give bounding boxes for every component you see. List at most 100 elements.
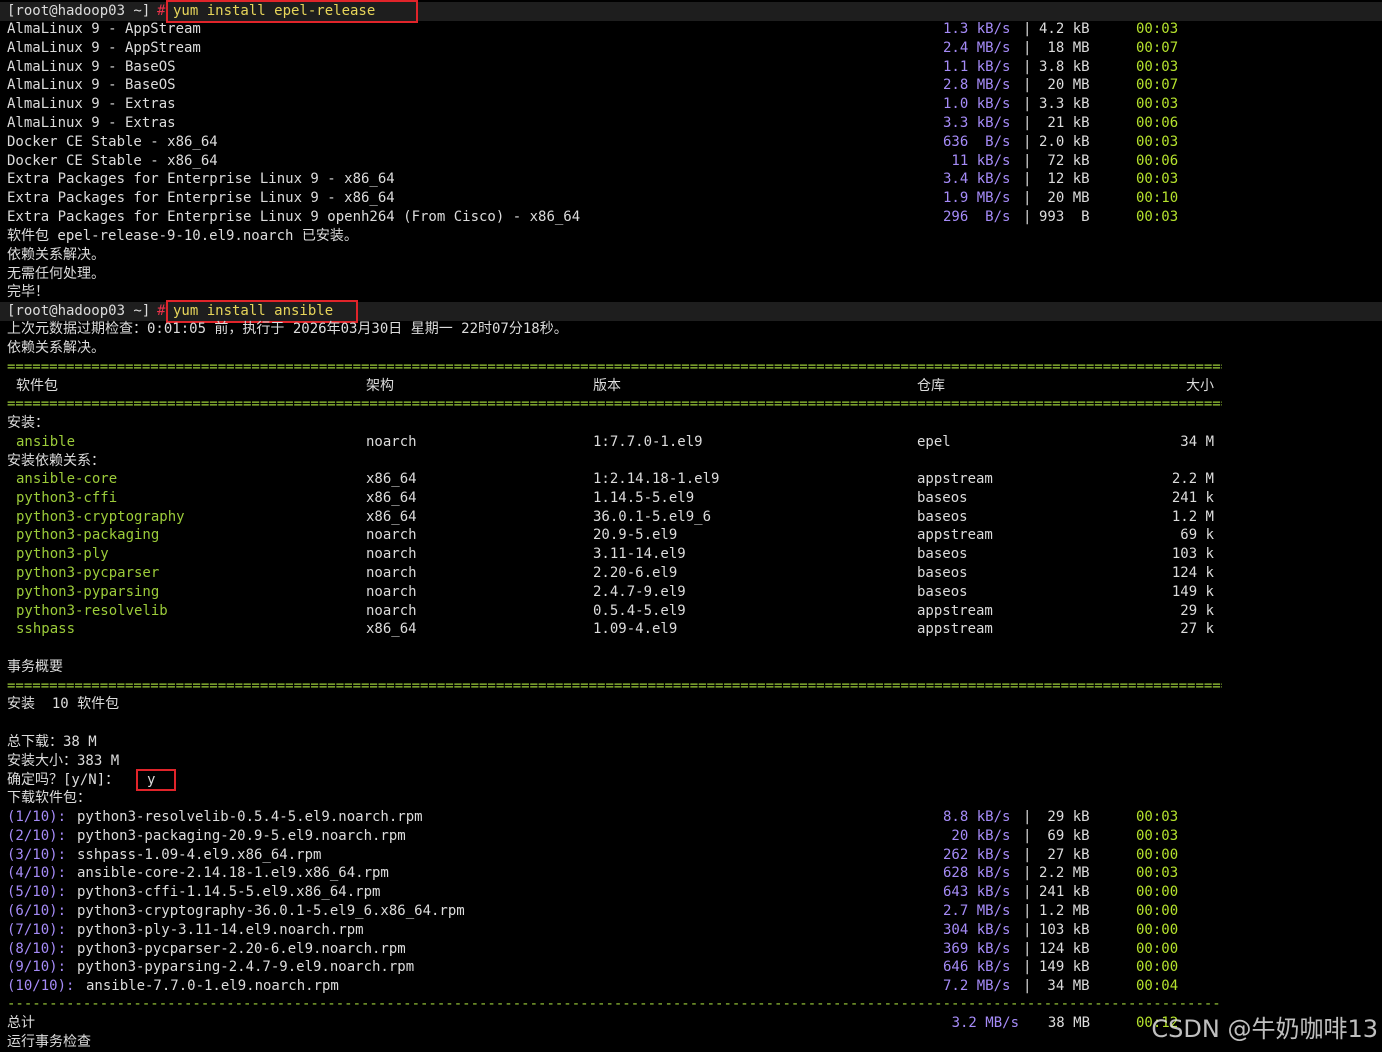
prompt-hash: # — [157, 3, 166, 19]
column-divider: | — [1023, 77, 1032, 94]
download-size: 1.2 MB — [1039, 903, 1090, 919]
download-speed: 8.8 kB/s — [943, 809, 1011, 825]
repo-time: 00:07 — [1136, 39, 1179, 56]
repo-time: 00:03 — [1136, 209, 1179, 225]
repo-name: Extra Packages for Enterprise Linux 9 op… — [7, 209, 581, 225]
repo-name: AlmaLinux 9 - BaseOS — [7, 58, 176, 75]
table-separator: ========================================… — [7, 359, 1222, 375]
column-divider: | — [1023, 903, 1032, 919]
column-divider: | — [1023, 865, 1032, 882]
download-file: python3-pycparser-2.20-6.el9.noarch.rpm — [77, 940, 406, 957]
repo-time: 00:06 — [1136, 152, 1179, 169]
csdn-watermark: CSDN @牛奶咖啡13 — [1151, 1015, 1378, 1043]
repo-size: 3.8 kB — [1039, 58, 1090, 75]
download-size: 103 kB — [1039, 921, 1090, 938]
download-file: python3-pyparsing-2.4.7-9.el9.noarch.rpm — [77, 959, 415, 976]
confirm-line[interactable]: 确定吗？[y/N]： y — [7, 771, 155, 790]
repo-speed: 2.4 MB/s — [943, 39, 1011, 56]
download-index: (5/10): — [7, 884, 67, 901]
package-size: 149 k — [1171, 583, 1214, 600]
repo-time: 00:06 — [1136, 115, 1179, 131]
epel-result-line: 软件包 epel-release-9-10.el9.noarch 已安装。 — [7, 228, 358, 244]
package-size: 124 k — [1171, 565, 1214, 581]
column-divider: | — [1023, 846, 1032, 863]
terminal-window[interactable]: [root@hadoop03 ~] # yum install epel-rel… — [0, 0, 1382, 1052]
download-file: python3-resolvelib-0.5.4-5.el9.noarch.rp… — [77, 809, 423, 825]
dash-separator: ----------------------------------------… — [7, 996, 1222, 1012]
prompt-line[interactable]: [root@hadoop03 ~] # yum install ansible — [7, 302, 333, 321]
repo-speed: 3.3 kB/s — [943, 115, 1011, 131]
package-size: 34 M — [1180, 434, 1214, 450]
download-speed: 304 kB/s — [943, 921, 1011, 938]
download-time: 00:00 — [1136, 959, 1179, 976]
download-index: (3/10): — [7, 846, 67, 863]
deps-section-label: 安装依赖关系： — [7, 453, 105, 469]
repo-size: 12 kB — [1039, 171, 1090, 188]
download-index: (10/10): — [7, 978, 75, 995]
repo-size: 21 kB — [1039, 115, 1090, 131]
download-file: ansible-7.7.0-1.el9.noarch.rpm — [86, 978, 339, 995]
repo-speed: 296 B/s — [943, 209, 1011, 225]
download-file: python3-cryptography-36.0.1-5.el9_6.x86_… — [77, 903, 465, 919]
repo-speed: 1.1 kB/s — [943, 58, 1011, 75]
column-divider: | — [1023, 115, 1032, 131]
table-separator: ========================================… — [7, 678, 1222, 694]
download-size: 2.2 MB — [1039, 865, 1090, 882]
column-divider: | — [1023, 209, 1032, 225]
download-time: 00:00 — [1136, 846, 1179, 863]
package-size: 241 k — [1171, 489, 1214, 506]
column-divider: | — [1023, 58, 1032, 75]
download-time: 00:00 — [1136, 940, 1179, 957]
download-time: 00:03 — [1136, 827, 1179, 844]
download-size: 124 kB — [1039, 940, 1090, 957]
package-size: 27 k — [1180, 621, 1214, 638]
download-speed: 7.2 MB/s — [943, 978, 1011, 995]
install-section-label: 安装： — [7, 415, 49, 431]
download-time: 00:04 — [1136, 978, 1179, 995]
download-size: 149 kB — [1039, 959, 1090, 976]
install-size-line: 安装大小：383 M — [7, 753, 120, 769]
download-speed: 262 kB/s — [943, 846, 1011, 863]
downloading-label: 下载软件包： — [7, 790, 91, 806]
download-size: 241 kB — [1039, 884, 1090, 901]
repo-name: Extra Packages for Enterprise Linux 9 - … — [7, 171, 395, 188]
header-size: 大小 — [1186, 378, 1214, 394]
download-speed: 643 kB/s — [943, 884, 1011, 901]
download-file: python3-packaging-20.9-5.el9.noarch.rpm — [77, 827, 406, 844]
total-line: 总计 3.2 MB/s 38 MB 00:12 — [7, 1014, 1178, 1033]
prompt-line[interactable]: [root@hadoop03 ~] # yum install epel-rel… — [7, 2, 375, 21]
download-index: (4/10): — [7, 865, 67, 882]
column-divider: | — [1023, 21, 1032, 37]
repo-name: Docker CE Stable - x86_64 — [7, 152, 218, 169]
download-index: (6/10): — [7, 903, 67, 919]
repo-time: 00:03 — [1136, 96, 1179, 113]
download-index: (7/10): — [7, 921, 67, 938]
repo-speed: 1.9 MB/s — [943, 190, 1011, 207]
repo-size: 20 MB — [1039, 190, 1090, 207]
command-highlight-box — [166, 0, 418, 23]
repo-time: 00:03 — [1136, 171, 1179, 188]
table-separator: ========================================… — [7, 396, 1222, 412]
repo-name: AlmaLinux 9 - Extras — [7, 96, 176, 113]
download-time: 00:00 — [1136, 921, 1179, 938]
download-file: python3-cffi-1.14.5-5.el9.x86_64.rpm — [77, 884, 381, 901]
column-divider: | — [1023, 959, 1032, 976]
repo-size: 20 MB — [1039, 77, 1090, 94]
repo-time: 00:03 — [1136, 133, 1179, 150]
repo-time: 00:07 — [1136, 77, 1179, 94]
repo-size: 72 kB — [1039, 152, 1090, 169]
shell-prompt: [root@hadoop03 ~] — [7, 3, 151, 19]
package-size: 103 k — [1171, 546, 1214, 563]
download-speed: 20 kB/s — [943, 827, 1011, 844]
repo-name: AlmaLinux 9 - AppStream — [7, 39, 201, 56]
column-divider: | — [1023, 978, 1032, 995]
package-size: 29 k — [1180, 602, 1214, 619]
repo-time: 00:03 — [1136, 58, 1179, 75]
column-divider: | — [1023, 171, 1032, 188]
repo-name: Docker CE Stable - x86_64 — [7, 133, 218, 150]
epel-result-line: 完毕！ — [7, 284, 49, 301]
table-header-row: 软件包 架构 版本 仓库 大小 — [7, 377, 1214, 396]
repo-speed: 1.3 kB/s — [943, 21, 1011, 37]
repo-speed: 11 kB/s — [943, 152, 1011, 169]
shell-prompt: [root@hadoop03 ~] — [7, 303, 151, 319]
